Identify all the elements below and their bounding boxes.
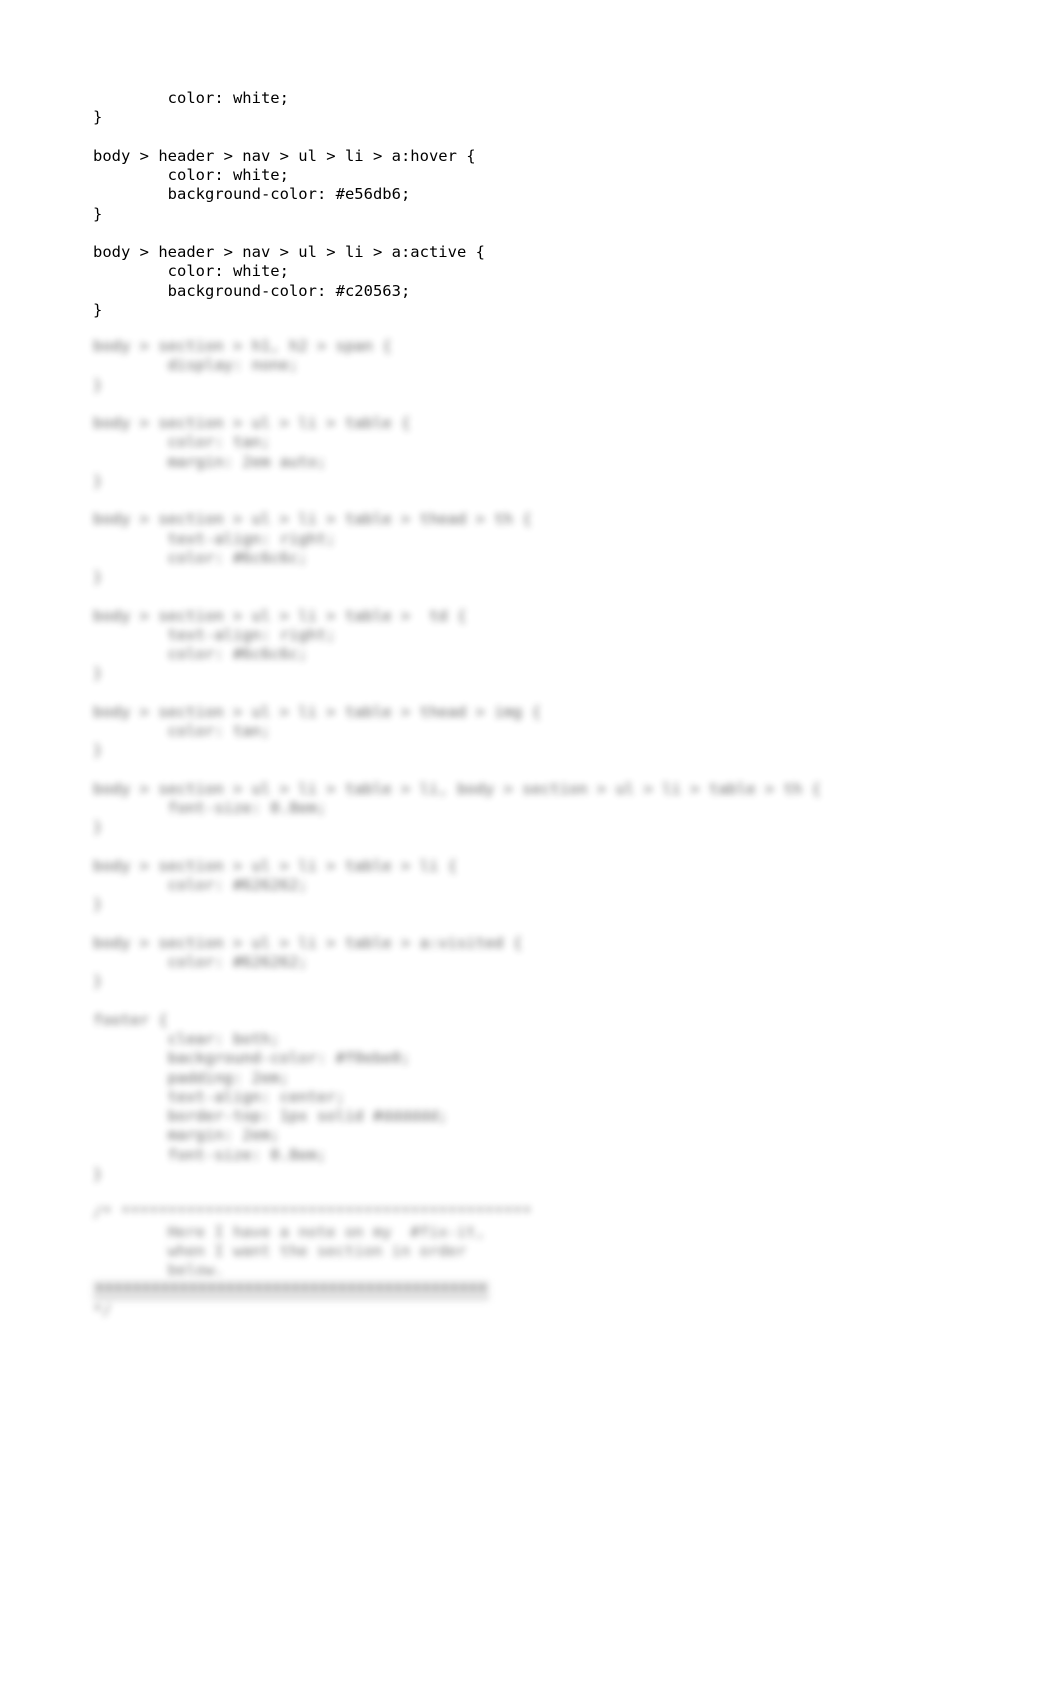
code-line: } [93,664,103,683]
code-line: } [93,1164,103,1183]
code-line: } [93,818,103,837]
code-line: body > section > ul > li > table > thead… [93,702,541,721]
code-line: text-align: right; [93,529,336,548]
code-line-selector-active: body > header > nav > ul > li > a:active… [93,243,485,261]
code-line: background-color: #f0ebe0; [93,1049,411,1068]
code-line: body > section > h1, h2 > span { [93,337,392,355]
code-line: display: none; [93,356,299,375]
code-line: ****************************************… [93,1281,489,1301]
code-line: } [93,568,103,586]
code-line: body > section > ul > li > table > a:vis… [93,933,523,952]
code-line: Here I have a note on my #fix-it, [93,1222,485,1241]
code-line: } [93,204,103,223]
code-line: body > section > ul > li > table > li { [93,856,457,875]
code-line: } [93,741,103,760]
code-line: body > section > ul > li > table { [93,414,411,432]
code-line: } [93,895,103,914]
code-line: color: #6c6c6c; [93,645,308,663]
code-line: */ [93,1300,112,1319]
code-line: text-align: right; [93,625,336,644]
code-line: } [93,471,103,490]
code-line: color: white; [93,166,289,184]
blurred-code-block: body > section > h1, h2 > span { display… [93,337,1013,1320]
code-line: } [93,108,103,127]
code-line: body > section > ul > li > table > td { [93,606,467,625]
code-line: clear: both; [93,1030,280,1048]
code-line: color: white; [93,89,289,107]
code-line: text-align: center; [93,1087,345,1106]
code-line: body > section > ul > li > table > thead… [93,510,532,529]
code-line: /* *************************************… [93,1203,532,1222]
code-line: } [93,375,103,394]
code-line: padding: 2em; [93,1068,289,1087]
code-line: footer { [93,1010,168,1029]
code-line: body > section > ul > li > table > li, b… [93,779,821,798]
code-line: font-size: 0.8em; [93,1145,327,1164]
code-line: color: tan; [93,433,271,452]
code-line: when I want the section in order [93,1241,467,1260]
code-line-hover-background: background-color: #e56db6; [93,185,411,204]
sharp-code-block: color: white; } body > header > nav > ul… [93,89,993,320]
code-line: color: #6c6c6c; [93,548,308,567]
code-line: color: tan; [93,722,271,740]
code-line: margin: 2em auto; [93,452,327,471]
code-line: } [93,300,103,319]
code-line: border-top: 1px solid #dddddd; [93,1107,448,1125]
code-line: color: #626262; [93,876,308,894]
code-line-active-background: background-color: #c20563; [93,281,411,300]
code-line: color: white; [93,262,289,281]
code-line-selector-hover: body > header > nav > ul > li > a:hover … [93,146,476,165]
code-line: color: #626262; [93,953,308,971]
code-line: margin: 2em; [93,1126,280,1145]
code-line: } [93,972,103,991]
code-line: below. [93,1261,224,1279]
code-line: font-size: 0.8em; [93,799,327,817]
document-page: color: white; } body > header > nav > ul… [0,0,1062,1686]
